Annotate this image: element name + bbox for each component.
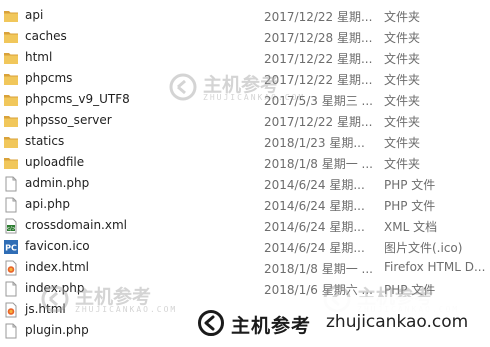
file-date: 2017/12/22 星期...: [264, 73, 373, 87]
file-date: 2014/6/24 星期...: [264, 178, 365, 192]
file-date: 2018/1/23 星期...: [264, 136, 365, 150]
file-name: phpcms_v9_UTF8: [25, 92, 130, 106]
file-type: 文件夹: [384, 52, 421, 66]
folder-icon: [4, 53, 18, 64]
file-row-caches[interactable]: caches 2017/12/28 星期... 文件夹: [0, 26, 490, 47]
file-date: 2014/6/24 星期...: [264, 241, 365, 255]
file-type: 文件夹: [384, 157, 421, 171]
file-row-api[interactable]: api 2017/12/22 星期... 文件夹: [0, 5, 490, 26]
html-file-icon: [5, 260, 17, 276]
svg-text:</>: </>: [6, 226, 16, 232]
folder-icon: [4, 11, 18, 22]
file-type: PHP 文件: [384, 199, 436, 213]
file-row-favicon-ico[interactable]: PC favicon.ico 2014/6/24 星期... 图片文件(.ico…: [0, 236, 490, 257]
file-name: plugin.php: [25, 323, 89, 337]
file-type: XML 文档: [384, 220, 438, 234]
file-row-html[interactable]: html 2017/12/22 星期... 文件夹: [0, 47, 490, 68]
folder-icon: [4, 74, 18, 85]
file-row-crossdomain-xml[interactable]: </> crossdomain.xml 2014/6/24 星期... XML …: [0, 215, 490, 236]
file-row-api-php[interactable]: api.php 2014/6/24 星期... PHP 文件: [0, 194, 490, 215]
folder-icon: [4, 158, 18, 169]
file-type: 图片文件(.ico): [384, 241, 463, 255]
folder-icon: [4, 32, 18, 43]
watermark-ghost-subtext: ZHUJICANKAO.COM: [75, 305, 178, 314]
file-row-phpsso-server[interactable]: phpsso_server 2017/12/22 星期... 文件夹: [0, 110, 490, 131]
file-type: PHP 文件: [384, 178, 436, 192]
folder-icon: [4, 137, 18, 148]
html-file-icon: [5, 302, 17, 318]
file-type: 文件夹: [384, 31, 421, 45]
folder-icon: [4, 116, 18, 127]
ico-file-icon: PC: [4, 240, 18, 254]
php-file-icon: [5, 281, 17, 297]
xml-file-icon: </>: [5, 218, 17, 234]
file-date: 2017/12/28 星期...: [264, 31, 373, 45]
php-file-icon: [5, 176, 17, 192]
file-name: html: [25, 50, 53, 64]
file-type: Firefox HTML D...: [384, 260, 486, 274]
file-type: 文件夹: [384, 73, 421, 87]
file-name: caches: [25, 29, 67, 43]
file-name: admin.php: [25, 176, 90, 190]
file-name: phpsso_server: [25, 113, 112, 127]
file-name: uploadfile: [25, 155, 85, 169]
file-name: api: [25, 8, 44, 22]
file-row-statics[interactable]: statics 2018/1/23 星期... 文件夹: [0, 131, 490, 152]
file-type: 文件夹: [384, 94, 421, 108]
file-row-index-html[interactable]: index.html 2018/1/8 星期一 ... Firefox HTML…: [0, 257, 490, 278]
folder-icon: [4, 95, 18, 106]
file-date: 2014/6/24 星期...: [264, 199, 365, 213]
file-type: 文件夹: [384, 10, 421, 24]
file-name: crossdomain.xml: [25, 218, 127, 232]
file-name: js.html: [25, 302, 66, 316]
file-date: 2018/1/8 星期一 ...: [264, 262, 373, 276]
svg-text:PC: PC: [5, 244, 17, 253]
file-name: api.php: [25, 197, 70, 211]
watermark-ghost-subtext: ZHUJICANKAO.COM: [203, 93, 306, 102]
file-date: 2017/12/22 星期...: [264, 10, 373, 24]
file-date: 2018/1/8 星期一 ...: [264, 157, 373, 171]
file-date: 2017/12/22 星期...: [264, 115, 373, 129]
watermark-banner: [186, 297, 490, 347]
file-type: 文件夹: [384, 136, 421, 150]
file-date: 2014/6/24 星期...: [264, 220, 365, 234]
php-file-icon: [5, 197, 17, 213]
file-row-admin-php[interactable]: admin.php 2014/6/24 星期... PHP 文件: [0, 173, 490, 194]
file-name: statics: [25, 134, 65, 148]
file-type: 文件夹: [384, 115, 421, 129]
file-date: 2017/12/22 星期...: [264, 52, 373, 66]
file-name: phpcms: [25, 71, 73, 85]
file-row-uploadfile[interactable]: uploadfile 2018/1/8 星期一 ... 文件夹: [0, 152, 490, 173]
file-name: index.html: [25, 260, 89, 274]
file-name: favicon.ico: [25, 239, 90, 253]
php-file-icon: [5, 323, 17, 339]
